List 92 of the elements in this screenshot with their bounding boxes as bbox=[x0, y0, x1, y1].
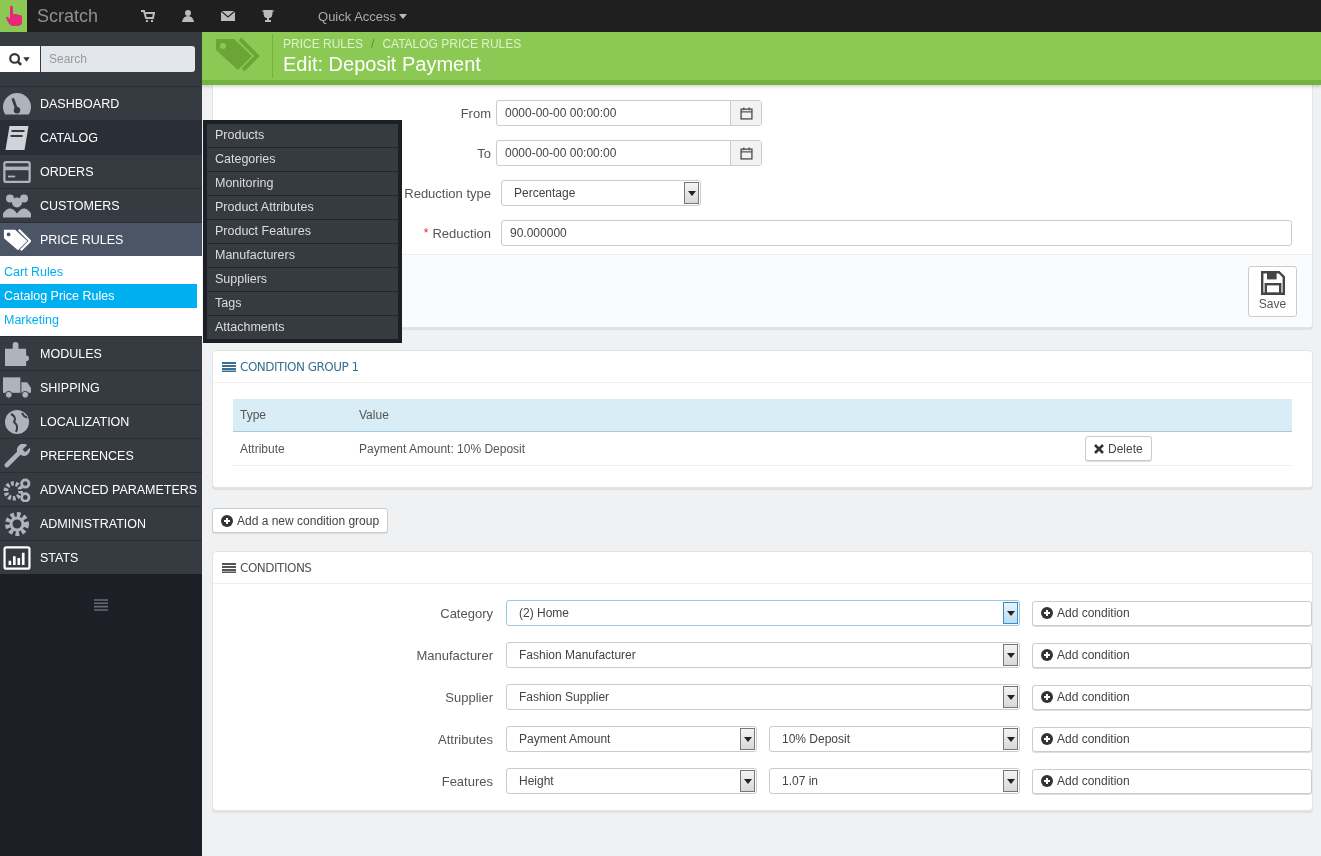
select-field[interactable]: 1.07 in bbox=[769, 768, 1020, 794]
delete-button[interactable]: Delete bbox=[1085, 436, 1152, 461]
envelope-icon[interactable] bbox=[221, 10, 236, 22]
tags-icon bbox=[3, 227, 31, 252]
sidebar-item[interactable]: PRICE RULES bbox=[0, 222, 202, 256]
submenu-item[interactable]: Product Attributes bbox=[207, 195, 398, 219]
column-header: Type bbox=[233, 399, 352, 432]
submenu-item[interactable]: Products bbox=[207, 124, 398, 147]
sidebar-item[interactable]: MODULES bbox=[0, 336, 202, 370]
submenu-item[interactable]: Tags bbox=[207, 291, 398, 315]
required-mark: * bbox=[423, 226, 429, 240]
plus-circle-icon bbox=[1041, 607, 1053, 619]
trophy-icon[interactable] bbox=[261, 10, 276, 22]
shop-name[interactable]: Scratch bbox=[37, 5, 99, 27]
select-field[interactable]: 10% Deposit bbox=[769, 726, 1020, 752]
close-icon bbox=[1094, 443, 1104, 454]
sidebar-item[interactable]: PREFERENCES bbox=[0, 438, 202, 472]
add-condition-button[interactable]: Add condition bbox=[1032, 600, 1312, 626]
sidebar-item[interactable]: ADVANCED PARAMETERS bbox=[0, 472, 202, 506]
book-icon bbox=[3, 125, 31, 150]
search-button[interactable] bbox=[0, 46, 40, 72]
sidebar-item[interactable]: ADMINISTRATION bbox=[0, 506, 202, 540]
input-field[interactable]: 90.000000 bbox=[501, 220, 1292, 246]
plus-circle-icon bbox=[221, 514, 233, 527]
table-cell: Attribute bbox=[233, 431, 352, 466]
sidebar-item[interactable]: LOCALIZATION bbox=[0, 404, 202, 438]
sidebar-item[interactable]: DASHBOARD bbox=[0, 86, 202, 120]
panel-title: CONDITION GROUP 1 bbox=[240, 359, 359, 374]
add-condition-button[interactable]: Add condition bbox=[1032, 642, 1312, 668]
add-condition-button[interactable]: Add condition bbox=[1032, 684, 1312, 710]
field-label: Category bbox=[440, 605, 493, 621]
submenu-item[interactable]: Suppliers bbox=[207, 267, 398, 291]
add-condition-group-button[interactable]: Add a new condition group bbox=[212, 508, 389, 533]
submenu-item[interactable]: Categories bbox=[207, 147, 398, 171]
column-header: Value bbox=[352, 399, 1078, 432]
submenu-item[interactable]: Manufacturers bbox=[207, 243, 398, 267]
field-label: Attributes bbox=[438, 731, 493, 747]
globe-icon bbox=[3, 409, 31, 434]
list-icon bbox=[222, 361, 236, 372]
sidebar-item[interactable]: SHIPPING bbox=[0, 370, 202, 404]
caret-icon bbox=[399, 13, 408, 19]
panel-title: CONDITIONS bbox=[240, 560, 312, 575]
puzzle-icon bbox=[3, 341, 31, 366]
date-field[interactable]: 0000-00-00 00:00:00 bbox=[496, 100, 762, 126]
people-icon bbox=[3, 193, 31, 218]
quick-access-menu[interactable]: Quick Access bbox=[318, 8, 408, 24]
calendar-icon bbox=[739, 146, 753, 160]
field-label: Manufacturer bbox=[416, 647, 493, 663]
plus-circle-icon bbox=[1041, 691, 1053, 703]
select-field[interactable]: Percentage bbox=[501, 180, 701, 206]
date-field[interactable]: 0000-00-00 00:00:00 bbox=[496, 140, 762, 166]
search-field[interactable]: Search bbox=[41, 46, 195, 72]
select-field[interactable]: Height bbox=[506, 768, 757, 794]
gears-icon bbox=[3, 477, 31, 502]
page-title: Edit: Deposit Payment bbox=[283, 52, 482, 76]
truck-icon bbox=[3, 375, 31, 400]
sidebar-item[interactable]: CATALOG bbox=[0, 120, 202, 154]
breadcrumb-separator: / bbox=[371, 36, 375, 51]
list-icon bbox=[222, 562, 236, 573]
table-cell: Payment Amount: 10% Deposit bbox=[352, 431, 1078, 466]
select-field[interactable]: Fashion Manufacturer bbox=[506, 642, 1020, 668]
bar-chart-icon bbox=[3, 545, 31, 570]
sidebar-item[interactable]: ORDERS bbox=[0, 154, 202, 188]
select-field[interactable]: Payment Amount bbox=[506, 726, 757, 752]
field-label: To bbox=[477, 145, 491, 161]
field-label: From bbox=[460, 105, 491, 121]
select-field[interactable]: Fashion Supplier bbox=[506, 684, 1020, 710]
field-label: Reduction type bbox=[404, 185, 491, 201]
shopping-cart-icon[interactable] bbox=[141, 10, 156, 22]
sidebar-item[interactable]: STATS bbox=[0, 540, 202, 574]
submenu-item[interactable]: Attachments bbox=[207, 315, 398, 339]
search-icon bbox=[9, 52, 31, 66]
field-label: Reduction bbox=[432, 225, 491, 241]
add-condition-button[interactable]: Add condition bbox=[1032, 726, 1312, 752]
plus-circle-icon bbox=[1041, 775, 1053, 787]
calendar-icon bbox=[739, 106, 753, 120]
plus-circle-icon bbox=[1041, 733, 1053, 745]
gear-icon bbox=[3, 511, 31, 536]
wrench-icon bbox=[3, 443, 31, 468]
credit-card-icon bbox=[3, 159, 31, 184]
save-button[interactable]: Save bbox=[1248, 265, 1297, 317]
submenu-item[interactable]: Monitoring bbox=[207, 171, 398, 195]
plus-circle-icon bbox=[1041, 649, 1053, 661]
select-field[interactable]: (2) Home bbox=[506, 600, 1020, 626]
field-label: Supplier bbox=[445, 689, 493, 705]
submenu-item[interactable]: Product Features bbox=[207, 219, 398, 243]
user-icon[interactable] bbox=[181, 10, 196, 22]
field-label: Features bbox=[441, 773, 493, 789]
sidebar-item[interactable]: CUSTOMERS bbox=[0, 188, 202, 222]
menu-icon[interactable] bbox=[94, 599, 108, 611]
gauge-icon bbox=[3, 91, 31, 116]
add-condition-button[interactable]: Add condition bbox=[1032, 768, 1312, 794]
